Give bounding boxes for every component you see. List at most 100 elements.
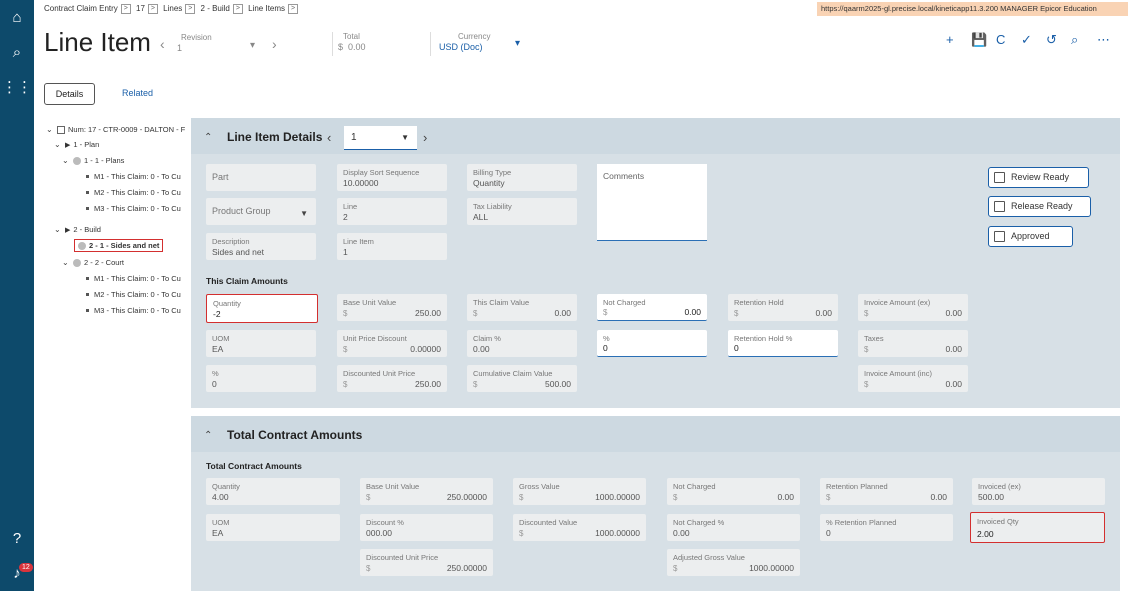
pct-retention-planned-field[interactable]: % Retention Planned 0: [820, 514, 953, 541]
breadcrumb-item[interactable]: Lines: [163, 4, 182, 13]
checkbox-icon: [994, 172, 1005, 183]
billing-type-field[interactable]: Billing Type Quantity: [467, 164, 577, 191]
discount-pct-field[interactable]: Discount % 000.00: [360, 514, 493, 541]
invoiced-ex-field[interactable]: Invoiced (ex) 500.00: [972, 478, 1105, 505]
header-divider: [430, 32, 431, 56]
breadcrumb-item[interactable]: 17: [136, 4, 145, 13]
line-field[interactable]: Line 2: [337, 198, 447, 225]
chevron-down-icon[interactable]: ⌄: [62, 258, 70, 267]
total-currency: $: [338, 42, 344, 52]
status-dot-icon: [73, 258, 81, 267]
uom-field[interactable]: UOM EA: [206, 330, 316, 357]
claim-pct-field[interactable]: Claim % 0.00: [467, 330, 577, 357]
quantity-input[interactable]: Quantity -2: [206, 294, 318, 323]
release-ready-checkbox[interactable]: Release Ready: [988, 196, 1091, 217]
next-record-icon[interactable]: ›: [423, 130, 427, 145]
tax-liability-field[interactable]: Tax Liability ALL: [467, 198, 577, 225]
add-icon[interactable]: +: [946, 32, 954, 47]
next-icon[interactable]: ›: [272, 36, 277, 52]
review-ready-checkbox[interactable]: Review Ready: [988, 167, 1089, 188]
refresh-icon[interactable]: C: [996, 32, 1005, 47]
prev-icon[interactable]: ‹: [160, 36, 165, 52]
not-charged-pct-field[interactable]: Not Charged % 0.00: [667, 514, 800, 541]
base-unit-value-field[interactable]: Base Unit Value $250.00: [337, 294, 447, 321]
cumulative-claim-value-field[interactable]: Cumulative Claim Value $500.00: [467, 365, 577, 392]
actions-icon[interactable]: ✓: [1021, 32, 1032, 48]
currency-dropdown-icon[interactable]: ▾: [515, 38, 520, 49]
unit-price-discount-field[interactable]: Unit Price Discount $0.00000: [337, 330, 447, 357]
tree-node[interactable]: M1 - This Claim: 0 - To Cu: [84, 274, 181, 283]
apps-grid-icon[interactable]: ⋮⋮: [0, 78, 34, 96]
panel-title: Total Contract Amounts: [227, 428, 363, 442]
display-sort-field[interactable]: Display Sort Sequence 10.00000: [337, 164, 447, 191]
tree-node[interactable]: ⌄ Num: 17 - CTR-0009 - DALTON - F: [46, 125, 185, 134]
retention-hold-field[interactable]: Retention Hold $0.00: [728, 294, 838, 321]
currency-value[interactable]: USD (Doc): [439, 42, 483, 52]
chevron-down-icon: ▼: [300, 209, 308, 218]
chevron-down-icon[interactable]: ⌄: [54, 225, 62, 234]
tree-node[interactable]: ⌄ 2 - 2 - Court: [62, 258, 124, 267]
tree-node[interactable]: M3 - This Claim: 0 - To Cu: [84, 204, 181, 213]
status-dot-icon: [78, 241, 86, 250]
chevron-down-icon[interactable]: ⌄: [62, 156, 70, 165]
product-group-dropdown[interactable]: Product Group ▼: [206, 198, 316, 225]
description-field[interactable]: Description Sides and net: [206, 233, 316, 260]
total-contract-amounts-panel: ⌃ Total Contract Amounts Total Contract …: [191, 416, 1120, 591]
search-icon[interactable]: ⌕: [1071, 32, 1078, 48]
prev-record-icon[interactable]: ‹: [327, 130, 331, 145]
bullet-icon: [86, 207, 89, 210]
collapse-icon[interactable]: ⌃: [204, 430, 212, 441]
total-discounted-unit-field[interactable]: Discounted Unit Price $250.00000: [360, 549, 493, 576]
chevron-right-icon: >: [120, 4, 131, 14]
tab-related[interactable]: Related: [110, 83, 165, 105]
comments-field[interactable]: Comments: [597, 164, 707, 241]
gross-value-field[interactable]: Gross Value $1000.00000: [513, 478, 646, 505]
chevron-down-icon[interactable]: ⌄: [54, 140, 62, 149]
chevron-right-icon: >: [232, 4, 243, 14]
tree-node[interactable]: ⌄ ▶ 2 - Build: [54, 225, 101, 234]
tree-node[interactable]: M2 - This Claim: 0 - To Cu: [84, 290, 181, 299]
approved-checkbox[interactable]: Approved: [988, 226, 1073, 247]
more-icon[interactable]: ⋯: [1097, 32, 1110, 48]
pct-field[interactable]: % 0: [206, 365, 316, 392]
line-item-field[interactable]: Line Item 1: [337, 233, 447, 260]
discounted-unit-price-field[interactable]: Discounted Unit Price $250.00: [337, 365, 447, 392]
undo-icon[interactable]: ↺: [1046, 32, 1057, 48]
tree-node[interactable]: M3 - This Claim: 0 - To Cu: [84, 306, 181, 315]
revision-value[interactable]: 1: [177, 43, 182, 53]
breadcrumb-item[interactable]: 2 - Build: [201, 4, 230, 13]
tree-node[interactable]: M2 - This Claim: 0 - To Cu: [84, 188, 181, 197]
search-icon[interactable]: ⌕: [0, 44, 34, 61]
bullet-icon: [86, 309, 89, 312]
tab-details[interactable]: Details: [44, 83, 95, 105]
total-uom-field[interactable]: UOM EA: [206, 514, 340, 541]
total-not-charged-field[interactable]: Not Charged $0.00: [667, 478, 800, 505]
tree-node[interactable]: M1 - This Claim: 0 - To Cu: [84, 172, 181, 181]
breadcrumb-item[interactable]: Contract Claim Entry: [44, 4, 118, 13]
retention-hold-pct-input[interactable]: Retention Hold % 0: [728, 330, 838, 357]
tree-node[interactable]: ⌄ 1 - 1 - Plans: [62, 156, 124, 165]
revision-dropdown-icon[interactable]: ▾: [250, 40, 255, 51]
help-icon[interactable]: ?: [0, 530, 34, 547]
adjusted-gross-value-field[interactable]: Adjusted Gross Value $1000.00000: [667, 549, 800, 576]
this-claim-value-field[interactable]: This Claim Value $0.00: [467, 294, 577, 321]
total-base-unit-field[interactable]: Base Unit Value $250.00000: [360, 478, 493, 505]
invoiced-qty-field[interactable]: Invoiced Qty 2.00: [970, 512, 1105, 543]
not-charged-input[interactable]: Not Charged $0.00: [597, 294, 707, 321]
tree-node[interactable]: ⌄ ▶ 1 - Plan: [54, 140, 99, 149]
home-icon[interactable]: ⌂: [0, 9, 34, 26]
pct-input[interactable]: % 0: [597, 330, 707, 357]
retention-planned-field[interactable]: Retention Planned $0.00: [820, 478, 953, 505]
save-icon[interactable]: 💾: [971, 32, 987, 48]
total-quantity-field[interactable]: Quantity 4.00: [206, 478, 340, 505]
collapse-icon[interactable]: ⌃: [204, 132, 212, 143]
invoice-amount-ex-field[interactable]: Invoice Amount (ex) $0.00: [858, 294, 968, 321]
discounted-value-field[interactable]: Discounted Value $1000.00000: [513, 514, 646, 541]
taxes-field[interactable]: Taxes $0.00: [858, 330, 968, 357]
part-field[interactable]: Part: [206, 164, 316, 191]
record-selector[interactable]: 1 ▼: [344, 126, 417, 150]
chevron-down-icon[interactable]: ⌄: [46, 125, 54, 134]
breadcrumb-item[interactable]: Line Items: [248, 4, 285, 13]
invoice-amount-inc-field[interactable]: Invoice Amount (inc) $0.00: [858, 365, 968, 392]
tree-node-selected[interactable]: 2 - 1 - Sides and net: [74, 239, 164, 252]
